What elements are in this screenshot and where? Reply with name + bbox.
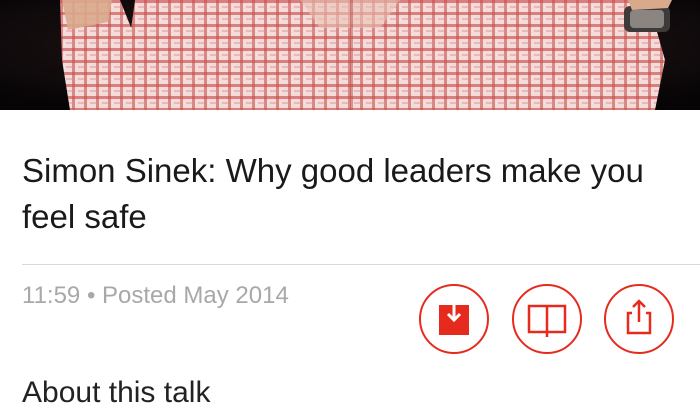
talk-posted-date: Posted May 2014 (102, 282, 289, 309)
share-button[interactable] (604, 284, 674, 354)
reading-list-button[interactable] (512, 284, 582, 354)
about-section-heading: About this talk (22, 376, 211, 409)
meta-separator: • (86, 282, 96, 309)
talk-hero-image[interactable] (0, 0, 700, 110)
talk-meta: 11:59 • Posted May 2014 (22, 282, 289, 310)
talk-duration: 11:59 (22, 282, 81, 309)
speaker-photo (0, 0, 700, 110)
talk-header: Simon Sinek: Why good leaders make you f… (0, 110, 700, 264)
talk-title: Simon Sinek: Why good leaders make you f… (22, 152, 644, 235)
download-button[interactable] (419, 284, 489, 354)
download-icon (439, 300, 469, 335)
share-icon (626, 299, 652, 335)
divider (22, 264, 700, 265)
book-icon (527, 304, 567, 337)
